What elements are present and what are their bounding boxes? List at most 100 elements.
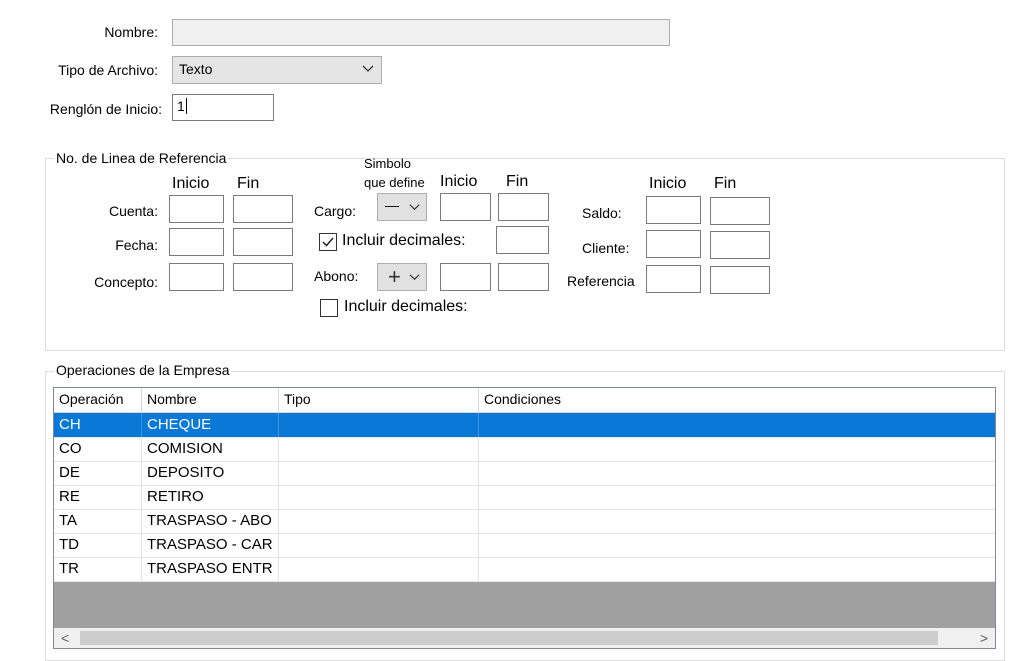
cell-nombre[interactable]: TRASPASO - ABO: [142, 509, 279, 533]
column-header-condiciones[interactable]: Condiciones: [479, 388, 995, 412]
check-icon: [322, 237, 334, 247]
renglon-inicio-value: 1: [177, 98, 185, 114]
cell-nombre[interactable]: DEPOSITO: [142, 461, 279, 485]
simbolo-header-line1: Simbolo: [364, 156, 411, 171]
cuenta-fin-field[interactable]: [233, 195, 293, 223]
cell-op[interactable]: CO: [54, 437, 142, 461]
scroll-left-icon[interactable]: <: [61, 630, 69, 646]
cargo-symbol-select[interactable]: —: [377, 193, 427, 221]
tipo-archivo-label: Tipo de Archivo:: [58, 62, 158, 78]
incluir-decimales-cargo-label: Incluir decimales:: [342, 232, 466, 249]
referencia-fin-field[interactable]: [710, 266, 770, 294]
cell-op[interactable]: TD: [54, 533, 142, 557]
cell-op[interactable]: TA: [54, 509, 142, 533]
col-fin-header-3: Fin: [714, 175, 737, 192]
table-row[interactable]: TR TRASPASO ENTR: [54, 557, 995, 582]
cell-nombre[interactable]: TRASPASO - CAR: [142, 533, 279, 557]
col-inicio-header-2: Inicio: [440, 173, 478, 190]
cell-cond[interactable]: [479, 485, 995, 509]
cell-op[interactable]: RE: [54, 485, 142, 509]
concepto-inicio-field[interactable]: [169, 263, 224, 291]
col-inicio-header-3: Inicio: [649, 175, 687, 192]
decimales-cargo-field[interactable]: [496, 226, 549, 254]
cell-cond[interactable]: [479, 461, 995, 485]
cliente-inicio-field[interactable]: [646, 230, 701, 258]
table-row[interactable]: DE DEPOSITO: [54, 461, 995, 486]
grid-rows: CH CHEQUE CO COMISION DE DEPOSITO RE RETIRO TA TR…: [54, 413, 995, 582]
cargo-label: Cargo:: [314, 203, 357, 219]
referencia-label: Referencia: [567, 273, 635, 289]
cargo-inicio-field[interactable]: [440, 193, 491, 221]
chevron-down-icon: [362, 65, 374, 72]
cell-tipo[interactable]: [279, 413, 479, 437]
concepto-label: Concepto:: [94, 274, 158, 290]
cliente-fin-field[interactable]: [710, 231, 770, 259]
incluir-decimales-abono-label: Incluir decimales:: [344, 298, 468, 315]
col-fin-header: Fin: [237, 175, 260, 192]
fecha-inicio-field[interactable]: [169, 228, 224, 256]
abono-symbol-select[interactable]: +: [377, 263, 427, 291]
saldo-label: Saldo:: [582, 205, 622, 221]
nombre-label: Nombre:: [104, 24, 158, 40]
referencia-inicio-field[interactable]: [646, 265, 701, 293]
cargo-fin-field[interactable]: [498, 193, 549, 221]
cell-nombre[interactable]: RETIRO: [142, 485, 279, 509]
col-fin-header-2: Fin: [506, 173, 529, 190]
incluir-decimales-abono-checkbox[interactable]: [320, 299, 338, 317]
referencia-group-title: No. de Linea de Referencia: [54, 150, 229, 166]
cell-op[interactable]: TR: [54, 557, 142, 581]
abono-label: Abono:: [314, 268, 359, 284]
cell-tipo[interactable]: [279, 461, 479, 485]
saldo-inicio-field[interactable]: [646, 196, 701, 224]
text-caret: [185, 98, 187, 114]
fecha-fin-field[interactable]: [233, 228, 293, 256]
col-inicio-header: Inicio: [172, 175, 210, 192]
table-row[interactable]: CH CHEQUE: [54, 413, 995, 438]
table-row[interactable]: RE RETIRO: [54, 485, 995, 510]
cargo-symbol-value: —: [385, 197, 399, 213]
scrollbar-thumb[interactable]: [80, 631, 938, 645]
column-header-tipo[interactable]: Tipo: [279, 388, 479, 412]
horizontal-scrollbar[interactable]: < >: [54, 628, 995, 648]
abono-fin-field[interactable]: [498, 263, 549, 291]
column-header-operacion[interactable]: Operación: [54, 388, 142, 412]
cell-op[interactable]: DE: [54, 461, 142, 485]
concepto-fin-field[interactable]: [233, 263, 293, 291]
renglon-inicio-field[interactable]: 1: [172, 94, 274, 121]
cuenta-label: Cuenta:: [108, 203, 158, 219]
cell-op[interactable]: CH: [54, 413, 142, 437]
saldo-fin-field[interactable]: [710, 197, 770, 225]
scroll-right-icon[interactable]: >: [980, 630, 988, 646]
cell-tipo[interactable]: [279, 557, 479, 581]
table-row[interactable]: TD TRASPASO - CAR: [54, 533, 995, 558]
abono-inicio-field[interactable]: [440, 263, 491, 291]
cliente-label: Cliente:: [582, 240, 630, 256]
cell-nombre[interactable]: TRASPASO ENTR: [142, 557, 279, 581]
grid-header: Operación Nombre Tipo Condiciones: [54, 388, 995, 413]
operaciones-grid[interactable]: Operación Nombre Tipo Condiciones CH CHEQ…: [53, 387, 996, 649]
operaciones-group-title: Operaciones de la Empresa: [54, 362, 232, 378]
cell-tipo[interactable]: [279, 485, 479, 509]
cell-nombre[interactable]: COMISION: [142, 437, 279, 461]
cuenta-inicio-field[interactable]: [169, 195, 224, 223]
tipo-archivo-select[interactable]: Texto: [172, 56, 382, 84]
cell-cond[interactable]: [479, 413, 995, 437]
simbolo-header-line2: que define: [364, 175, 425, 190]
cell-cond[interactable]: [479, 437, 995, 461]
nombre-field[interactable]: [172, 19, 670, 46]
abono-symbol-value: +: [388, 264, 401, 289]
cell-cond[interactable]: [479, 533, 995, 557]
cell-cond[interactable]: [479, 509, 995, 533]
cell-tipo[interactable]: [279, 533, 479, 557]
column-header-nombre[interactable]: Nombre: [142, 388, 279, 412]
renglon-inicio-label: Renglón de Inicio:: [49, 101, 162, 117]
cell-tipo[interactable]: [279, 437, 479, 461]
fecha-label: Fecha:: [115, 237, 158, 253]
cell-nombre[interactable]: CHEQUE: [142, 413, 279, 437]
table-row[interactable]: TA TRASPASO - ABO: [54, 509, 995, 534]
cell-tipo[interactable]: [279, 509, 479, 533]
table-row[interactable]: CO COMISION: [54, 437, 995, 462]
incluir-decimales-cargo-checkbox[interactable]: [319, 233, 337, 251]
cell-cond[interactable]: [479, 557, 995, 581]
chevron-down-icon: [409, 204, 420, 211]
